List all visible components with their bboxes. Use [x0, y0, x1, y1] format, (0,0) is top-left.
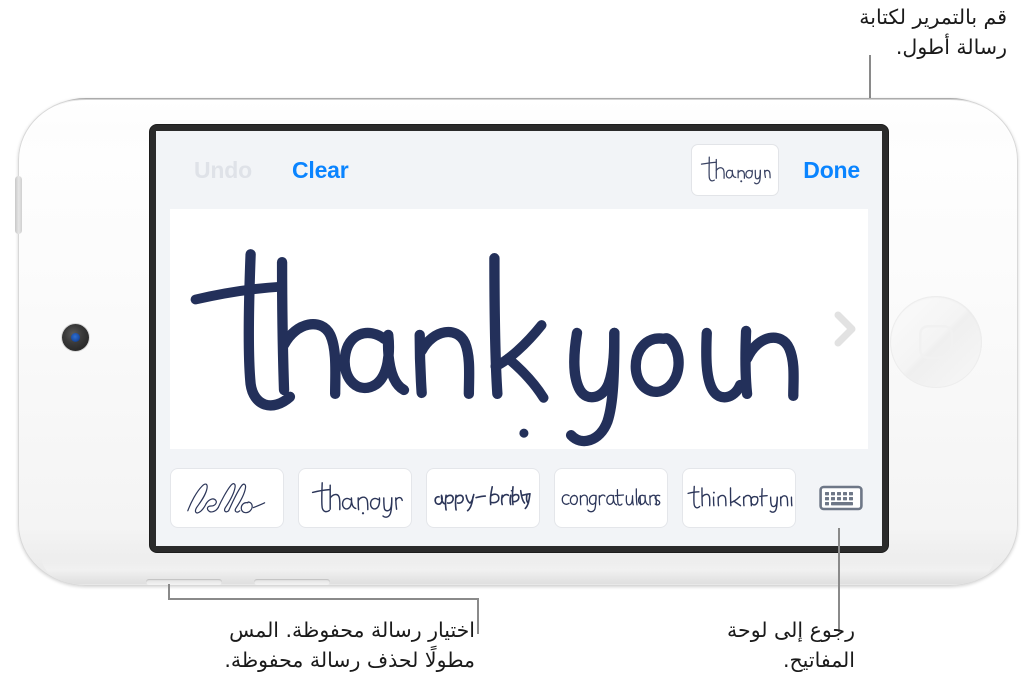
done-button[interactable]: Done: [803, 157, 860, 184]
chevron-right-icon[interactable]: [832, 309, 858, 349]
ipod-touch-device: Undo Clear Done: [15, 98, 1018, 586]
screen-bezel: Undo Clear Done: [150, 125, 888, 552]
volume-button[interactable]: [15, 176, 22, 234]
home-button[interactable]: [890, 296, 982, 388]
saved-message-happy-birthday[interactable]: [426, 467, 540, 528]
callout-text-scroll-for-longer-message: قم بالتمرير لكتابة رسالة أطول.: [859, 5, 1007, 59]
leader-line-bottom-left-vertical: [477, 598, 479, 634]
keyboard-button[interactable]: [814, 479, 868, 516]
speaker-grille-left: [146, 579, 222, 585]
saved-message-congratulations[interactable]: [554, 467, 668, 528]
handwriting-ink: [190, 249, 799, 447]
callout-text-return-to-keyboard: رجوع إلى لوحة المفاتيح.: [727, 618, 855, 672]
saved-message-thank-you[interactable]: [298, 467, 412, 528]
keyboard-icon: [819, 485, 863, 510]
leader-line-bottom-left-hook: [168, 584, 170, 600]
handwriting-canvas[interactable]: [170, 209, 868, 449]
leader-line-bottom-left-horizontal: [168, 598, 479, 600]
clear-button[interactable]: Clear: [292, 157, 349, 184]
home-square-icon: [919, 325, 953, 359]
undo-button[interactable]: Undo: [194, 157, 252, 184]
camera-lens-inner: [71, 333, 80, 342]
callout-text-choose-saved-message: اختيار رسالة محفوظة. المس مطولًا لحذف رس…: [224, 618, 475, 672]
current-message-preview[interactable]: [691, 144, 780, 196]
saved-message-thinking-of-you[interactable]: [682, 467, 796, 528]
saved-messages-strip[interactable]: [156, 449, 882, 546]
camera-lens-icon: [62, 324, 89, 351]
handwriting-toolbar: Undo Clear Done: [156, 131, 882, 209]
speaker-grille-right: [254, 579, 330, 585]
saved-message-hello[interactable]: [170, 467, 284, 528]
screen: Undo Clear Done: [156, 131, 882, 546]
